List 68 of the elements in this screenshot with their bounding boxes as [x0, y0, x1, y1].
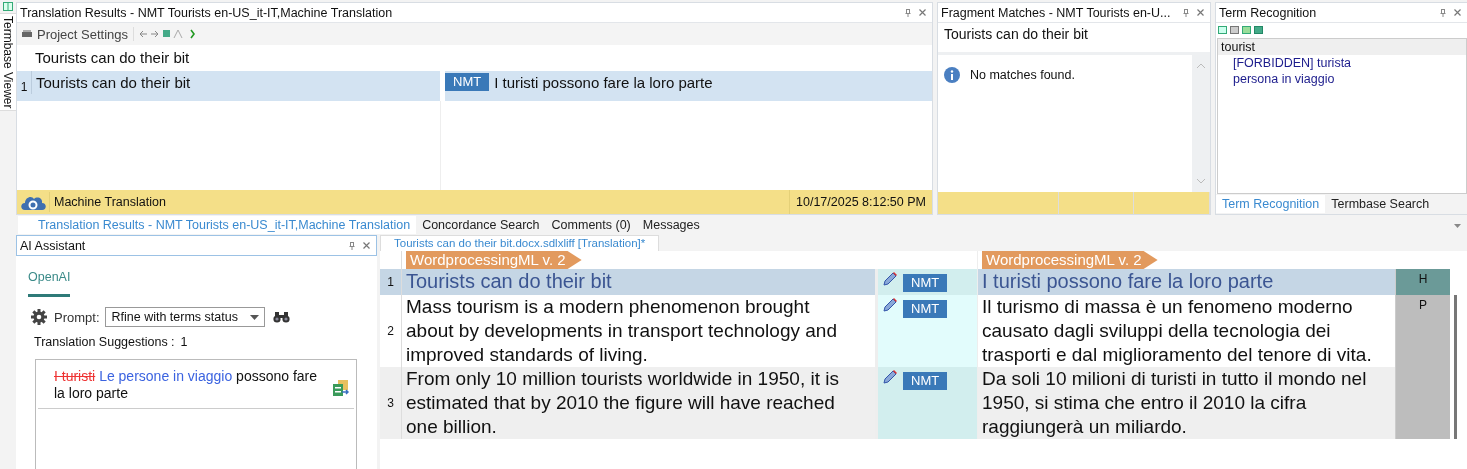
no-matches-message: No matches found. — [970, 68, 1075, 82]
structure-tag: WordprocessingML v. 2 — [982, 251, 1158, 269]
close-icon[interactable] — [1197, 9, 1204, 16]
source-text: Tourists can do their bit — [35, 73, 192, 93]
suggestion-text: I turisti Le persone in viaggio possono fare la loro parte — [54, 368, 319, 402]
scrollbar-thumb[interactable] — [1454, 367, 1457, 439]
panel-tab[interactable]: Term Recognition — [1216, 195, 1326, 213]
pencil-icon — [882, 370, 897, 385]
document-tab[interactable]: Tourists can do their bit.docx.sdlxliff [Translation]* — [380, 235, 660, 251]
info-icon — [944, 67, 960, 83]
timestamp: 10/17/2025 8:12:50 PM — [789, 190, 932, 214]
row-number: 1 — [17, 71, 32, 94]
target-cell[interactable]: I turisti possono fare la loro parte — [978, 269, 1395, 295]
panel-tab[interactable]: Termbase Search — [1325, 195, 1436, 213]
target-cell[interactable]: Il turismo di massa è un fenomeno moderno causato dagli sviluppi della tecnologia dei trasporti e dal miglioramento del tenore di vita. — [978, 295, 1395, 367]
suggestions-count: 1 — [180, 335, 188, 349]
origin-badge: NMT — [903, 300, 948, 318]
structure-tag: WordprocessingML v. 2 — [406, 251, 582, 269]
project-settings-button[interactable]: Project Settings — [37, 26, 129, 42]
close-icon[interactable] — [363, 242, 370, 249]
toolbar-icons-drawing[interactable] — [1218, 26, 1266, 35]
target-row[interactable]: NMT I turisti possono fare la loro parte — [445, 71, 932, 101]
status-cell: H — [1395, 269, 1450, 295]
provider-tab[interactable]: OpenAI — [28, 270, 71, 297]
pin-icon[interactable] — [1440, 8, 1446, 17]
segment-number: 1 — [380, 269, 402, 295]
target-cell[interactable]: Da soli 10 milioni di turisti in tutto il mondo nel 1950, si stima che entro il 2010 la cifra raggiungerà un miliardo. — [978, 367, 1395, 439]
origin-badge: NMT — [445, 73, 490, 91]
origin-badge: NMT — [903, 274, 948, 292]
prompt-dropdown[interactable]: Rfine with terms status — [104, 307, 265, 327]
term-translation[interactable]: [FORBIDDEN] turista — [1218, 55, 1466, 71]
target-text: I turisti possono fare la loro parte — [493, 73, 714, 93]
pencil-icon — [882, 298, 897, 313]
pin-icon[interactable] — [1183, 8, 1189, 17]
scrollbar-thumb[interactable] — [1454, 295, 1457, 367]
dropdown-icon[interactable] — [1454, 224, 1461, 228]
suggestions-label: Translation Suggestions : — [34, 335, 175, 349]
binoculars-icon[interactable] — [272, 311, 290, 323]
apply-suggestion-icon[interactable] — [333, 380, 349, 396]
segment-number: 3 — [380, 367, 402, 439]
prompt-label: Prompt: — [54, 309, 100, 325]
provider-name: Machine Translation — [53, 195, 167, 209]
source-text: Tourists can do their bit — [938, 23, 1210, 55]
source-cell: Tourists can do their bit — [402, 269, 878, 295]
panel-title: Fragment Matches - NMT Tourists en-U... — [941, 5, 1172, 20]
termbase-icon — [3, 2, 13, 11]
close-icon[interactable] — [1454, 9, 1461, 16]
panel-tab[interactable]: Concordance Search — [416, 216, 546, 234]
close-icon[interactable] — [919, 9, 926, 16]
pin-icon[interactable] — [349, 241, 355, 250]
status-cell: P — [1395, 295, 1450, 367]
status-cell — [1395, 367, 1450, 439]
source-cell: From only 10 million tourists worldwide in 1950, it is estimated that by 2010 the figure will have reached one billion. — [402, 367, 878, 439]
panel-title: Translation Results - NMT Tourists en-US_it-IT,Machine Translation — [20, 5, 394, 20]
panel-title: AI Assistant — [20, 238, 87, 253]
toolbar-icons-drawing[interactable] — [139, 29, 196, 39]
pin-icon[interactable] — [905, 8, 911, 17]
panel-tab[interactable]: Translation Results - NMT Tourists en-US_it-IT,Machine Translation — [18, 216, 417, 234]
source-text: Tourists can do their bit — [34, 47, 191, 68]
panel-title: Term Recognition — [1219, 5, 1318, 20]
pencil-icon — [882, 272, 897, 287]
panel-tab[interactable]: Comments (0) — [545, 216, 637, 234]
term-translation[interactable]: persona in viaggio — [1218, 71, 1466, 87]
caret-icon[interactable] — [249, 314, 259, 320]
origin-badge: NMT — [903, 372, 948, 390]
source-row[interactable]: 1 Tourists can do their bit — [17, 71, 440, 101]
term-entry[interactable]: tourist — [1218, 39, 1466, 55]
panel-tab[interactable]: Messages — [636, 216, 706, 234]
